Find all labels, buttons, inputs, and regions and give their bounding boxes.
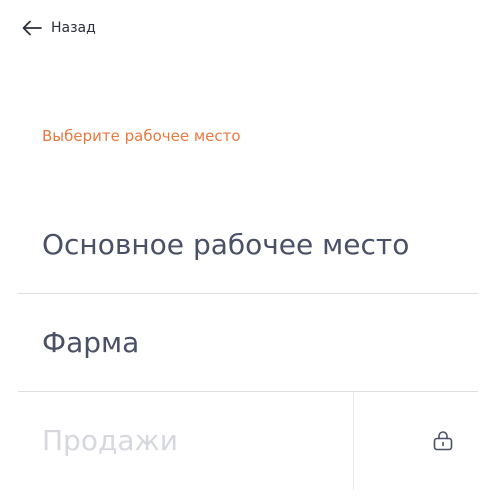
- back-button[interactable]: Назад: [22, 16, 96, 40]
- workspace-item-sales: Продажи: [18, 392, 478, 490]
- lock-icon: [432, 429, 454, 451]
- back-label: Назад: [51, 20, 96, 36]
- lock-cell: [353, 392, 478, 490]
- section-title: Выберите рабочее место: [42, 127, 241, 145]
- workspace-item-pharma[interactable]: Фарма: [18, 294, 478, 392]
- workspace-selection-screen: Назад Выберите рабочее место Основное ра…: [0, 0, 497, 496]
- workspace-label: Основное рабочее место: [42, 228, 410, 261]
- workspace-list: Основное рабочее место Фарма Продажи: [18, 196, 478, 490]
- workspace-label: Продажи: [42, 424, 178, 457]
- arrow-left-icon: [22, 20, 42, 36]
- workspace-label: Фарма: [42, 326, 140, 359]
- workspace-item-main[interactable]: Основное рабочее место: [18, 196, 478, 294]
